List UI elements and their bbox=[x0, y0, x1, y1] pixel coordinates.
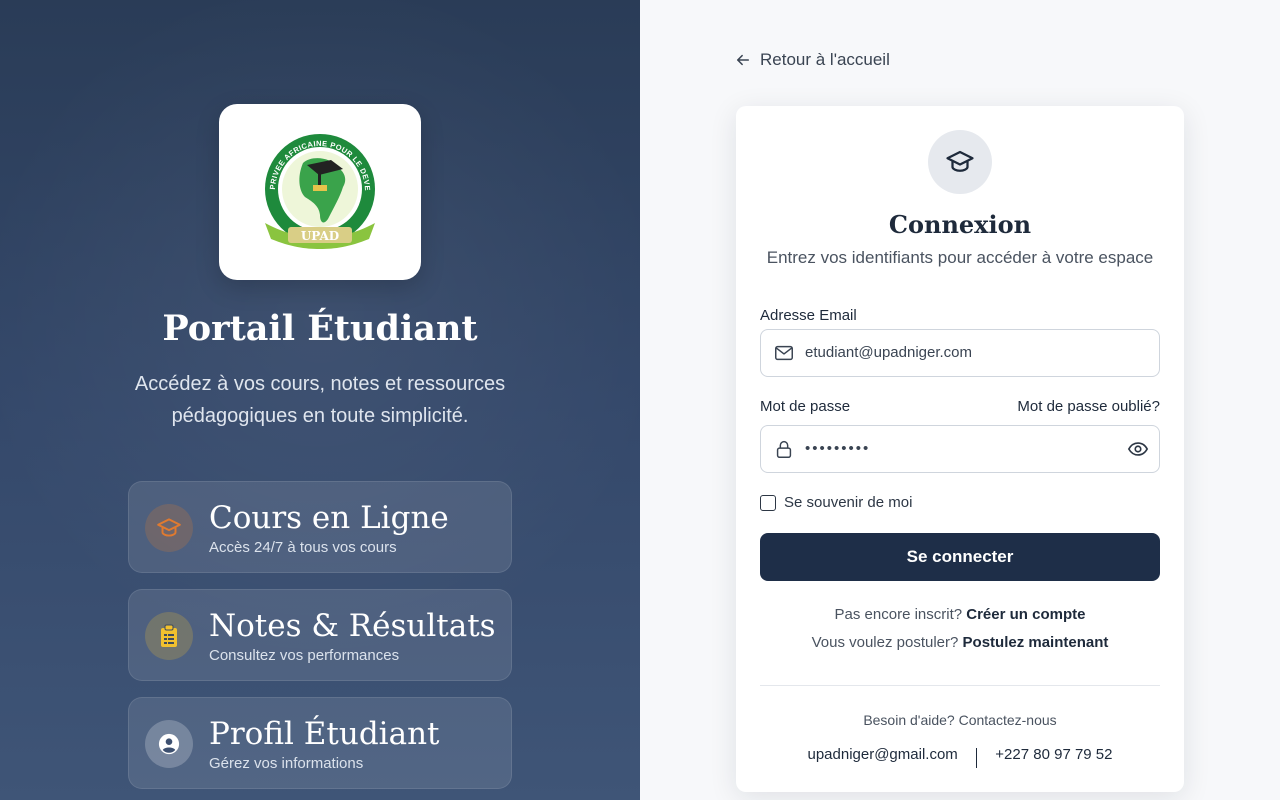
contact-email-link[interactable]: upadniger@gmail.com bbox=[807, 746, 957, 763]
eye-icon[interactable] bbox=[1127, 438, 1149, 460]
login-title: Connexion bbox=[888, 210, 1032, 239]
arrow-left-icon bbox=[736, 54, 750, 66]
svg-text:UPAD: UPAD bbox=[301, 229, 339, 243]
password-input[interactable] bbox=[805, 426, 1125, 471]
feature-description: Gérez vos informations bbox=[209, 755, 364, 772]
password-field-wrapper bbox=[760, 425, 1160, 473]
card-divider bbox=[760, 685, 1160, 686]
portal-title: Portail Étudiant bbox=[162, 308, 478, 349]
apply-now-link[interactable]: Postulez maintenant bbox=[963, 634, 1109, 651]
back-link-label: Retour à l'accueil bbox=[760, 50, 890, 69]
feature-card-profile: Profil Étudiant Gérez vos informations bbox=[128, 697, 512, 789]
upad-logo-image: UNIVERSITE PRIVEE AFRICAINE POUR LE DEVE… bbox=[245, 127, 375, 249]
left-panel: UNIVERSITE PRIVEE AFRICAINE POUR LE DEVE… bbox=[0, 0, 640, 800]
remember-me-label: Se souvenir de moi bbox=[784, 494, 913, 511]
university-logo: UNIVERSITE PRIVEE AFRICAINE POUR LE DEVE… bbox=[219, 104, 421, 280]
remember-me: Se souvenir de moi bbox=[760, 494, 912, 511]
graduation-cap-icon bbox=[928, 130, 992, 194]
help-text: Besoin d'aide? Contactez-nous bbox=[863, 712, 1057, 728]
email-label: Adresse Email bbox=[760, 307, 857, 324]
contact-info: upadniger@gmail.com +227 80 97 79 52 bbox=[736, 744, 1184, 768]
email-field-wrapper bbox=[760, 329, 1160, 377]
feature-description: Consultez vos performances bbox=[209, 647, 400, 664]
signup-line: Pas encore inscrit? Créer un compte bbox=[736, 606, 1184, 623]
create-account-link[interactable]: Créer un compte bbox=[966, 606, 1085, 623]
feature-title: Profil Étudiant bbox=[209, 716, 440, 752]
mail-icon bbox=[775, 345, 793, 361]
feature-title: Notes & Résultats bbox=[209, 608, 496, 644]
email-input[interactable] bbox=[805, 330, 1125, 375]
portal-subtitle: Accédez à vos cours, notes et ressources… bbox=[134, 373, 506, 427]
contact-phone-link[interactable]: +227 80 97 79 52 bbox=[995, 746, 1112, 763]
login-button[interactable]: Se connecter bbox=[760, 533, 1160, 581]
login-subtitle: Entrez vos identifiants pour accéder à v… bbox=[766, 248, 1154, 267]
lock-icon bbox=[776, 440, 792, 458]
password-label: Mot de passe bbox=[760, 398, 851, 415]
user-circle-icon bbox=[145, 720, 193, 768]
feature-card-grades: Notes & Résultats Consultez vos performa… bbox=[128, 589, 512, 681]
apply-line: Vous voulez postuler? Postulez maintenan… bbox=[736, 634, 1184, 651]
apply-prompt: Vous voulez postuler? bbox=[811, 634, 959, 651]
clipboard-icon bbox=[145, 612, 193, 660]
remember-me-checkbox[interactable] bbox=[760, 494, 776, 511]
graduation-cap-icon bbox=[145, 504, 193, 552]
back-to-home-link[interactable]: Retour à l'accueil bbox=[736, 50, 890, 70]
feature-description: Accès 24/7 à tous vos cours bbox=[209, 539, 397, 556]
contact-separator bbox=[975, 748, 978, 768]
feature-title: Cours en Ligne bbox=[209, 500, 449, 536]
feature-card-courses: Cours en Ligne Accès 24/7 à tous vos cou… bbox=[128, 481, 512, 573]
signup-prompt: Pas encore inscrit? bbox=[834, 606, 963, 623]
login-card: Connexion Entrez vos identifiants pour a… bbox=[736, 106, 1184, 792]
forgot-password-link[interactable]: Mot de passe oublié? bbox=[1017, 398, 1160, 415]
